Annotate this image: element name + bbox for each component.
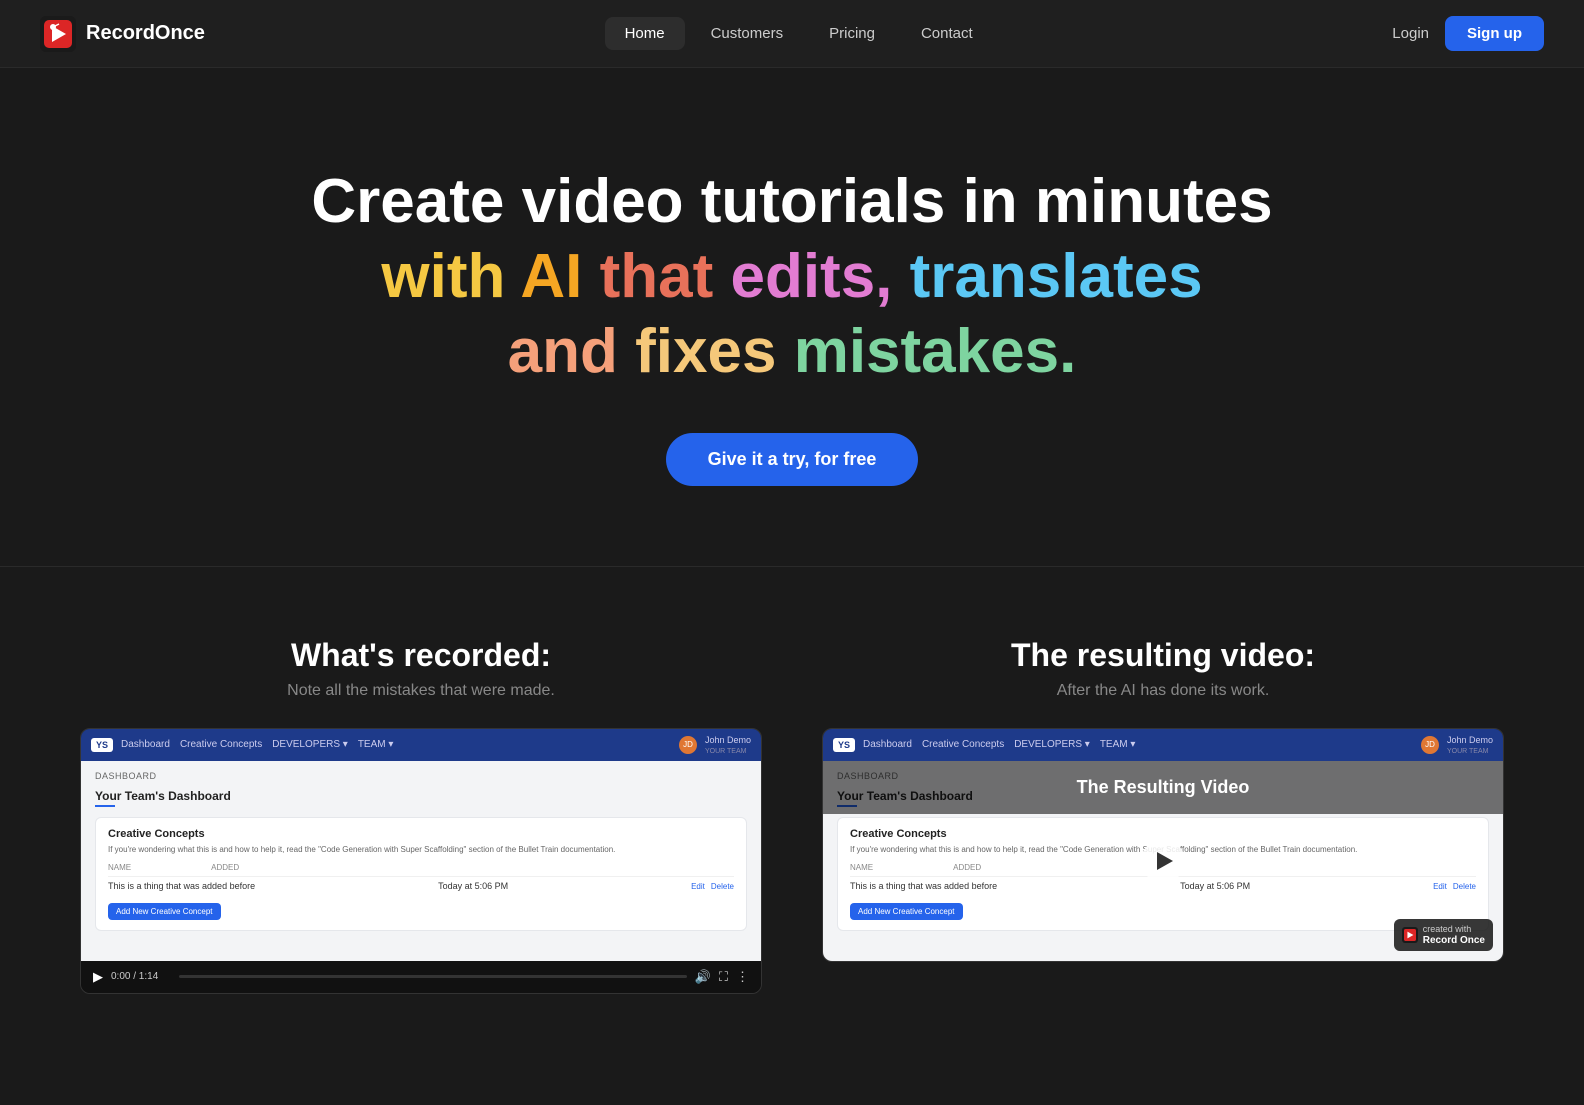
video-time: 0:00 / 1:14	[111, 971, 171, 982]
hero-section: Create video tutorials in minutes with A…	[0, 68, 1584, 566]
logo-icon	[40, 16, 76, 52]
table-row-date: Today at 5:06 PM	[438, 881, 508, 891]
cta-button[interactable]: Give it a try, for free	[666, 433, 919, 486]
result-app-avatar: JD	[1421, 736, 1439, 754]
table-row-actions: Edit Delete	[691, 882, 734, 891]
result-app-nav: Dashboard Creative Concepts DEVELOPERS ▾…	[863, 739, 1413, 750]
result-action-delete: Delete	[1453, 882, 1476, 891]
result-video: YS Dashboard Creative Concepts DEVELOPER…	[822, 728, 1504, 962]
result-subtitle: After the AI has done its work.	[1057, 682, 1270, 700]
hero-title-line1: Create video tutorials in minutes	[40, 168, 1544, 236]
result-add-btn: Add New Creative Concept	[850, 903, 963, 920]
app-table-header: NAME ADDED	[108, 863, 734, 872]
play-icon[interactable]: ▶	[93, 969, 103, 985]
result-col-added: ADDED	[953, 863, 981, 872]
word-that: that	[600, 242, 714, 311]
table-col-name: NAME	[108, 863, 131, 872]
result-row-actions: Edit Delete	[1433, 882, 1476, 891]
word-and: and	[508, 317, 618, 386]
nav-links: Home Customers Pricing Contact	[605, 17, 993, 50]
table-col-added: ADDED	[211, 863, 239, 872]
comparison-grid: What's recorded: Note all the mistakes t…	[80, 637, 1504, 994]
app-username: John DemoYOUR TEAM	[705, 735, 751, 755]
recorded-col: What's recorded: Note all the mistakes t…	[80, 637, 762, 994]
login-button[interactable]: Login	[1392, 25, 1429, 42]
video-controls: ▶ 0:00 / 1:14 🔊 ⛶ ⋮	[81, 961, 761, 993]
nav-pricing[interactable]: Pricing	[809, 17, 895, 50]
volume-icon[interactable]: 🔊	[695, 969, 711, 985]
ro-brand-name: Record Once	[1423, 935, 1485, 946]
ro-badge-text-group: created with Record Once	[1423, 924, 1485, 946]
nav-contact[interactable]: Contact	[901, 17, 993, 50]
app-table-row: This is a thing that was added before To…	[108, 876, 734, 895]
hero-title-line3: and fixes mistakes.	[40, 315, 1544, 389]
nav-home[interactable]: Home	[605, 17, 685, 50]
hero-title-line2: with AI that edits, translates	[40, 240, 1544, 314]
app-dashboard-underline	[95, 805, 115, 807]
more-icon[interactable]: ⋮	[736, 969, 749, 985]
result-app-chrome: YS Dashboard Creative Concepts DEVELOPER…	[823, 729, 1503, 761]
fullscreen-icon[interactable]: ⛶	[719, 969, 728, 985]
table-action-edit: Edit	[691, 882, 705, 891]
result-title: The resulting video:	[1011, 637, 1315, 674]
word-edits: edits,	[730, 242, 892, 311]
table-action-delete: Delete	[711, 882, 734, 891]
word-fixes: fixes	[635, 317, 776, 386]
result-video-title: The Resulting Video	[823, 761, 1503, 814]
app-nav: Dashboard Creative Concepts DEVELOPERS ▾…	[121, 739, 671, 750]
app-nav-team: TEAM ▾	[358, 739, 394, 750]
app-avatar: JD	[679, 736, 697, 754]
play-triangle-icon	[1157, 852, 1173, 870]
result-row-name: This is a thing that was added before	[850, 881, 997, 891]
result-video-overlay: The Resulting Video DASHBOARD Your Team'…	[823, 761, 1503, 961]
logo-text: RecordOnce	[86, 22, 205, 45]
app-nav-developers: DEVELOPERS ▾	[272, 739, 348, 750]
nav-customers[interactable]: Customers	[691, 17, 804, 50]
logo[interactable]: RecordOnce	[40, 16, 205, 52]
nav-actions: Login Sign up	[1392, 16, 1544, 51]
app-nav-right: JD John DemoYOUR TEAM	[679, 735, 751, 755]
app-nav-dashboard: Dashboard	[121, 739, 170, 750]
result-nav-dashboard: Dashboard	[863, 739, 912, 750]
app-breadcrumb: DASHBOARD	[95, 771, 747, 781]
result-action-edit: Edit	[1433, 882, 1447, 891]
ro-badge-icon	[1402, 927, 1418, 943]
word-mistakes: mistakes.	[794, 317, 1077, 386]
app-card: Creative Concepts If you're wondering wh…	[95, 817, 747, 931]
result-nav-concepts: Creative Concepts	[922, 739, 1004, 750]
app-chrome-bar: YS Dashboard Creative Concepts DEVELOPER…	[81, 729, 761, 761]
comparison-section: What's recorded: Note all the mistakes t…	[0, 567, 1584, 1054]
video-progress[interactable]	[179, 975, 687, 978]
play-button-overlay[interactable]	[1141, 839, 1185, 883]
recorded-title: What's recorded:	[291, 637, 551, 674]
record-once-badge: created with Record Once	[1394, 919, 1493, 951]
navbar: RecordOnce Home Customers Pricing Contac…	[0, 0, 1584, 68]
result-app-nav-right: JD John DemoYOUR TEAM	[1421, 735, 1493, 755]
app-card-title: Creative Concepts	[108, 828, 734, 840]
app-dashboard-title: Your Team's Dashboard	[95, 789, 747, 803]
app-nav-concepts: Creative Concepts	[180, 739, 262, 750]
recorded-subtitle: Note all the mistakes that were made.	[287, 682, 555, 700]
result-col-name: NAME	[850, 863, 873, 872]
app-add-btn: Add New Creative Concept	[108, 903, 221, 920]
app-card-desc: If you're wondering what this is and how…	[108, 844, 734, 855]
recorded-video: YS Dashboard Creative Concepts DEVELOPER…	[80, 728, 762, 994]
result-app-logo: YS	[833, 738, 855, 752]
ro-created-label: created with	[1423, 924, 1485, 935]
result-row-date: Today at 5:06 PM	[1180, 881, 1250, 891]
word-with: with	[381, 242, 505, 311]
hero-cta: Give it a try, for free	[40, 433, 1544, 486]
word-translates: translates	[910, 242, 1203, 311]
app-logo: YS	[91, 738, 113, 752]
word-ai: AI	[520, 242, 582, 311]
result-app-username: John DemoYOUR TEAM	[1447, 735, 1493, 755]
result-col: The resulting video: After the AI has do…	[822, 637, 1504, 994]
signup-button[interactable]: Sign up	[1445, 16, 1544, 51]
table-row-name: This is a thing that was added before	[108, 881, 255, 891]
result-nav-developers: DEVELOPERS ▾	[1014, 739, 1090, 750]
result-nav-team: TEAM ▾	[1100, 739, 1136, 750]
app-content: DASHBOARD Your Team's Dashboard Creative…	[81, 761, 761, 961]
